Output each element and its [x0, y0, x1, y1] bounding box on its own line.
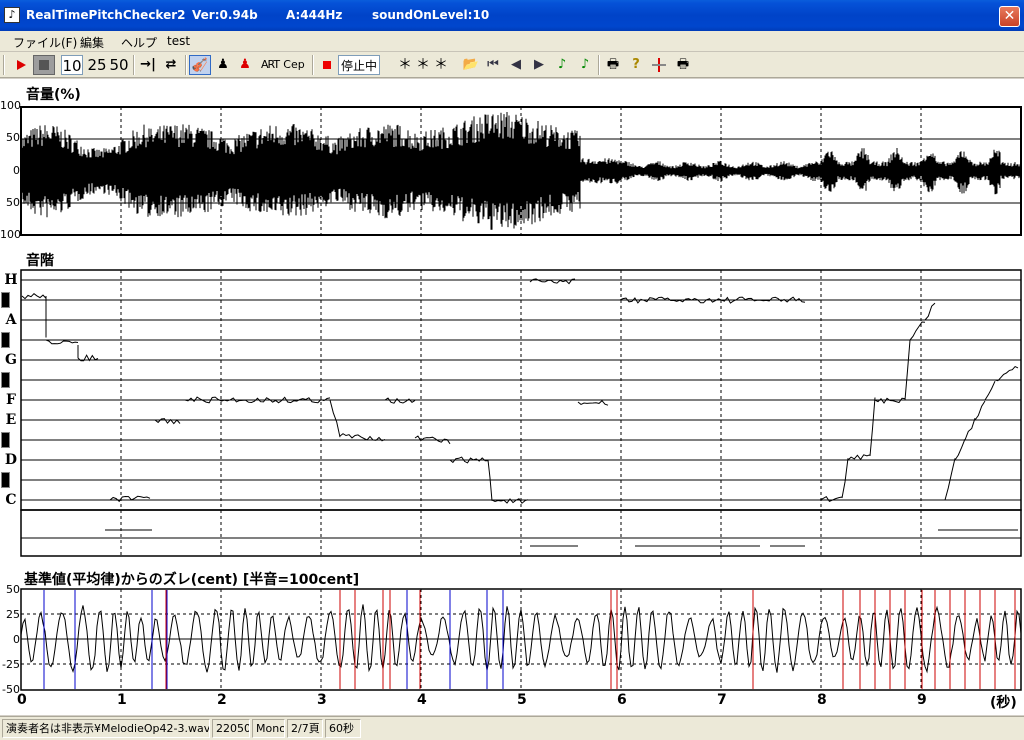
- pitch-trace-segment: [329, 399, 341, 438]
- status-file: 演奏者名は非表示¥MelodieOp42-3.wav: [2, 719, 210, 738]
- pitch-trace-segment: [944, 458, 956, 501]
- pitch-trace-segment: [994, 365, 1019, 382]
- pitch-trace-segment: [384, 397, 416, 404]
- pitch-trace-segment: [909, 321, 926, 341]
- pitch-trace-segment: [954, 438, 966, 461]
- pitch-trace-segment: [924, 302, 936, 321]
- status-bar: 演奏者名は非表示¥MelodieOp42-3.wav 22050 Mono 2/…: [0, 716, 1024, 740]
- status-duration: 60秒: [325, 719, 361, 738]
- pitch-trace-segment: [904, 340, 911, 401]
- pitch-trace-segment: [964, 418, 976, 441]
- waveform-trace: [20, 112, 1022, 230]
- pitch-trace-segment: [154, 418, 181, 425]
- status-channel: Mono: [252, 719, 285, 738]
- pitch-trace-segment: [847, 454, 871, 461]
- pitch-trace-segment: [45, 339, 79, 345]
- pitch-trace-segment: [841, 458, 849, 499]
- pitch-trace-segment: [874, 397, 906, 404]
- status-rate: 22050: [212, 719, 250, 738]
- pitch-trace-segment: [577, 399, 609, 406]
- pitch-trace-segment: [869, 397, 876, 457]
- pitch-trace-segment: [819, 496, 843, 503]
- pitch-trace-segment: [21, 293, 47, 300]
- pitch-trace-segment: [109, 495, 151, 503]
- plot-canvas: [20, 106, 1022, 691]
- pitch-trace-segment: [984, 380, 996, 401]
- status-page: 2/7頁: [287, 719, 323, 738]
- pitch-trace-segment: [974, 400, 986, 421]
- pitch-trace-segment: [491, 498, 529, 504]
